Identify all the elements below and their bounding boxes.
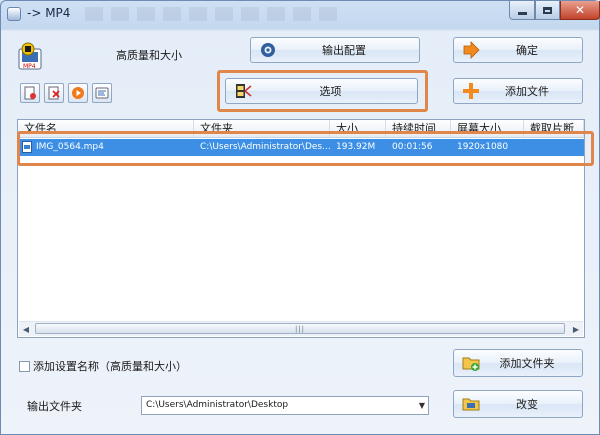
window-title: -> MP4 [27, 6, 71, 20]
minimize-icon [517, 11, 527, 15]
clear-icon [24, 86, 36, 100]
play-button[interactable] [68, 83, 88, 103]
title-bar[interactable]: -> MP4 ✕ [1, 1, 600, 29]
options-highlight [217, 70, 428, 112]
arrow-right-icon [463, 41, 480, 59]
profile-label: 高质量和大小 [116, 49, 182, 62]
add-setting-name-checkbox[interactable] [19, 361, 30, 372]
maximize-icon [543, 6, 552, 14]
add-file-button[interactable]: 添加文件 [453, 78, 583, 104]
scroll-right-icon[interactable]: ▶ [569, 322, 583, 336]
gear-icon [261, 43, 275, 57]
horizontal-scrollbar[interactable]: ◀ ||| ▶ [19, 321, 583, 336]
remove-icon [48, 86, 60, 100]
info-icon [95, 87, 109, 99]
title-bar-background [85, 7, 345, 21]
scrollbar-thumb[interactable]: ||| [35, 323, 565, 334]
output-folder-label: 输出文件夹 [27, 400, 82, 413]
main-content: MP4 高质量和大小 输出配置 确定 选项 添加文件 文件名 文件夹 大小 持续… [9, 31, 594, 431]
ok-button[interactable]: 确定 [453, 37, 583, 63]
svg-text:MP4: MP4 [23, 63, 36, 70]
scroll-left-icon[interactable]: ◀ [19, 322, 33, 336]
output-folder-select[interactable]: C:\Users\Administrator\Desktop ▼ [141, 396, 429, 415]
folder-add-icon [462, 357, 480, 371]
minimize-button[interactable] [509, 1, 535, 20]
add-setting-name-label: 添加设置名称（高质量和大小） [33, 360, 187, 373]
remove-file-button[interactable] [44, 83, 64, 103]
app-icon [7, 7, 21, 21]
file-row-highlight [17, 131, 594, 166]
add-folder-button[interactable]: 添加文件夹 [453, 349, 583, 377]
clear-list-button[interactable] [20, 83, 40, 103]
app-window: -> MP4 ✕ MP4 高质量和大小 输出配置 确定 选项 添加文件 文件名 … [0, 0, 600, 435]
close-icon: ✕ [574, 3, 586, 17]
close-button[interactable]: ✕ [560, 1, 600, 20]
profile-icon: MP4 [18, 42, 42, 70]
plus-icon [463, 83, 479, 99]
media-info-button[interactable] [92, 83, 112, 103]
change-button[interactable]: 改变 [453, 390, 583, 418]
play-icon [72, 87, 84, 99]
output-folder-value: C:\Users\Administrator\Desktop [146, 400, 289, 410]
folder-icon [462, 398, 480, 411]
chevron-down-icon: ▼ [418, 401, 425, 410]
maximize-button[interactable] [535, 1, 560, 20]
output-config-button[interactable]: 输出配置 [250, 37, 420, 63]
